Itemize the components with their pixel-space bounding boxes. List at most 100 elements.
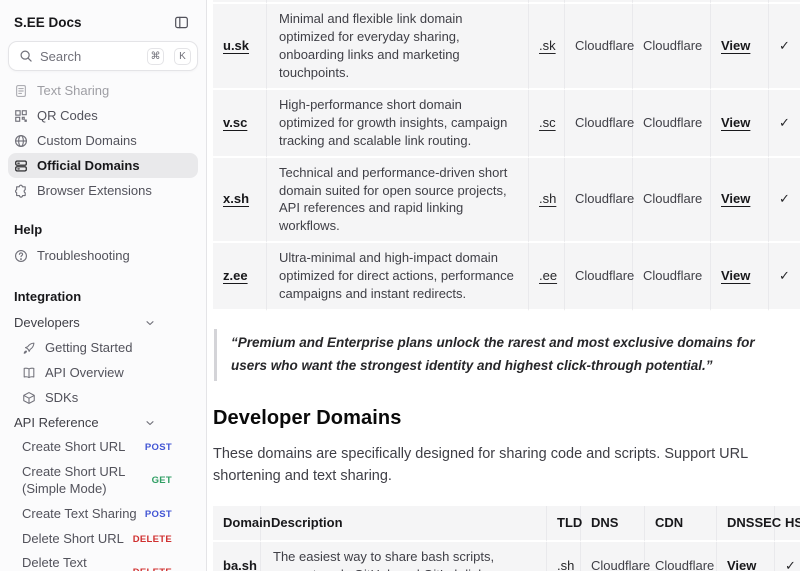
table-row: ba.sh The easiest way to share bash scri…: [213, 542, 800, 571]
sidebar-item-label: QR Codes: [37, 108, 98, 123]
sidebar-item-label: Create Text Sharing: [22, 506, 137, 523]
column-header: DNSSEC: [717, 506, 775, 542]
domain-description: Ultra-minimal and high-impact domain opt…: [267, 243, 529, 311]
domain-link[interactable]: u.sk: [223, 38, 249, 53]
package-icon: [22, 391, 36, 405]
dnssec-view-link[interactable]: View: [721, 38, 750, 53]
cdn-provider: Cloudflare: [633, 158, 711, 244]
sidebar-item-troubleshooting[interactable]: Troubleshooting: [8, 243, 198, 268]
sidebar-item-label: Create Short URL (Simple Mode): [22, 464, 144, 498]
sidebar-item-label: Troubleshooting: [37, 248, 130, 263]
table-row: z.ee Ultra-minimal and high-impact domai…: [213, 243, 800, 311]
hsts-checkmark: ✓: [769, 90, 800, 158]
method-badge: GET: [152, 475, 172, 486]
sidebar-item-label: Create Short URL: [22, 439, 125, 456]
search-icon: [19, 49, 33, 63]
sidebar-item-create-short-url[interactable]: Create Short URL POST: [8, 435, 198, 460]
sidebar-item-label: Browser Extensions: [37, 183, 152, 198]
sidebar: S.EE Docs ⌘ K Text Sharing: [0, 0, 207, 571]
group-label: API Reference: [14, 415, 99, 430]
table-row: u.sk Minimal and flexible link domain op…: [213, 4, 800, 90]
method-badge: POST: [145, 509, 172, 520]
rocket-icon: [22, 341, 36, 355]
sidebar-item-delete-short-url[interactable]: Delete Short URL DELETE: [8, 527, 198, 552]
domain-description: Technical and performance-driven short d…: [267, 158, 529, 244]
sidebar-toggle-button[interactable]: [170, 11, 192, 33]
sidebar-item-create-text-sharing[interactable]: Create Text Sharing POST: [8, 502, 198, 527]
dnssec-view-link[interactable]: View: [721, 191, 750, 206]
sidebar-header: S.EE Docs: [8, 9, 198, 33]
dnssec-view-link[interactable]: View: [721, 115, 750, 130]
section-heading-help: Help: [8, 222, 198, 237]
document-icon: [14, 84, 28, 98]
developer-domains-intro: These domains are specifically designed …: [213, 443, 793, 488]
sidebar-item-label: API Overview: [45, 365, 124, 380]
sidebar-item-getting-started[interactable]: Getting Started: [8, 335, 198, 360]
puzzle-icon: [14, 184, 28, 198]
sidebar-item-qr-codes[interactable]: QR Codes: [8, 103, 198, 128]
sidebar-item-create-short-url-simple[interactable]: Create Short URL (Simple Mode) GET: [8, 460, 198, 502]
chevron-down-icon: [144, 317, 156, 329]
method-badge: DELETE: [133, 567, 172, 571]
table-row: v.sc High-performance short domain optim…: [213, 90, 800, 158]
column-header: DNS: [581, 506, 645, 542]
cdn-provider: Cloudflare: [633, 243, 711, 311]
qr-code-icon: [14, 109, 28, 123]
sidebar-item-browser-extensions[interactable]: Browser Extensions: [8, 178, 198, 203]
dnssec-view-link[interactable]: View: [727, 558, 756, 571]
group-label: Developers: [14, 315, 80, 330]
sidebar-nav: Text Sharing QR Codes Custom Domains Off…: [8, 78, 198, 203]
sidebar-item-label: Delete Short URL: [22, 531, 124, 548]
panel-left-icon: [174, 15, 189, 30]
sidebar-item-official-domains[interactable]: Official Domains: [8, 153, 198, 178]
sidebar-group-developers[interactable]: Developers: [8, 310, 198, 335]
sidebar-group-api-reference[interactable]: API Reference: [8, 410, 198, 435]
main-content: u.sk Minimal and flexible link domain op…: [208, 0, 800, 571]
hsts-checkmark: ✓: [775, 542, 800, 571]
domain-link[interactable]: v.sc: [223, 115, 247, 130]
column-header: CDN: [645, 506, 717, 542]
dns-provider: Cloudflare: [581, 542, 645, 571]
table-row: x.sh Technical and performance-driven sh…: [213, 158, 800, 244]
dns-provider: Cloudflare: [565, 243, 633, 311]
cdn-provider: Cloudflare: [633, 4, 711, 90]
book-open-icon: [22, 366, 36, 380]
hsts-checkmark: ✓: [769, 158, 800, 244]
dns-provider: Cloudflare: [565, 4, 633, 90]
sidebar-item-custom-domains[interactable]: Custom Domains: [8, 128, 198, 153]
sidebar-item-api-overview[interactable]: API Overview: [8, 360, 198, 385]
method-badge: POST: [145, 442, 172, 453]
meta-key-badge: ⌘: [147, 48, 164, 65]
tld-link[interactable]: .sc: [539, 115, 556, 130]
tld-link[interactable]: .sh: [539, 191, 556, 206]
search-box[interactable]: ⌘ K: [8, 41, 198, 71]
tld-link[interactable]: .sk: [539, 38, 556, 53]
sidebar-item-label: Delete Text Sharing: [22, 555, 125, 571]
domain-link[interactable]: x.sh: [223, 191, 249, 206]
sidebar-item-sdks[interactable]: SDKs: [8, 385, 198, 410]
tld-link[interactable]: .sh: [557, 558, 574, 571]
sidebar-item-label: SDKs: [45, 390, 78, 405]
sidebar-item-label: Text Sharing: [37, 83, 109, 98]
domain-link[interactable]: ba.sh: [223, 558, 257, 571]
server-icon: [14, 159, 28, 173]
sidebar-item-label: Getting Started: [45, 340, 132, 355]
globe-icon: [14, 134, 28, 148]
official-domains-table: u.sk Minimal and flexible link domain op…: [213, 0, 800, 311]
dns-provider: Cloudflare: [565, 90, 633, 158]
dns-provider: Cloudflare: [565, 158, 633, 244]
sidebar-item-delete-text-sharing[interactable]: Delete Text Sharing DELETE: [8, 551, 198, 571]
domain-link[interactable]: z.ee: [223, 268, 248, 283]
app-title: S.EE Docs: [14, 15, 82, 30]
tld-link[interactable]: .ee: [539, 268, 557, 283]
cdn-provider: Cloudflare: [633, 90, 711, 158]
search-input[interactable]: [40, 49, 140, 64]
sidebar-item-text-sharing[interactable]: Text Sharing: [8, 78, 198, 103]
chevron-down-icon: [144, 417, 156, 429]
dnssec-view-link[interactable]: View: [721, 268, 750, 283]
column-header: Domain: [213, 506, 261, 542]
section-heading-integration: Integration: [8, 289, 198, 304]
k-key-badge: K: [174, 48, 191, 65]
table-header-row: Domain Description TLD DNS CDN DNSSEC HS…: [213, 506, 800, 542]
app-window: S.EE Docs ⌘ K Text Sharing: [0, 0, 800, 571]
